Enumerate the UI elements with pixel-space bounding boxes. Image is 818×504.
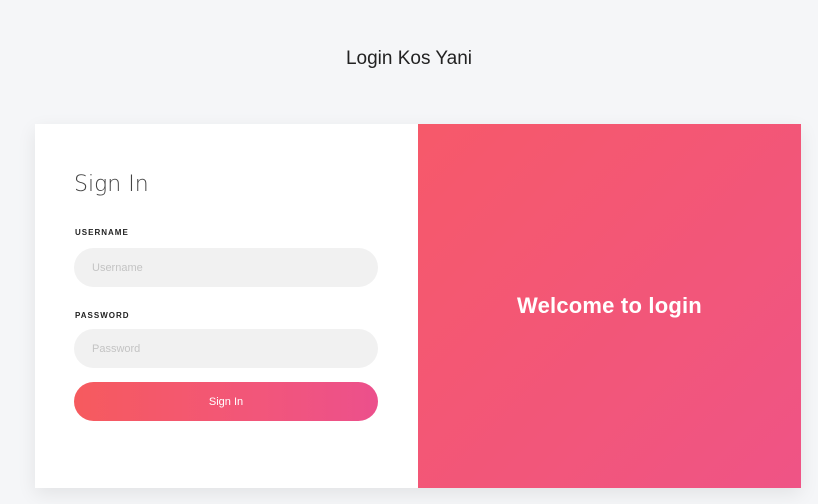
sign-in-button[interactable]: Sign In bbox=[74, 382, 378, 421]
password-label: PASSWORD bbox=[75, 311, 130, 320]
login-card: Sign In USERNAME PASSWORD Sign In Welcom… bbox=[35, 124, 801, 488]
username-label: USERNAME bbox=[75, 228, 129, 237]
sign-in-panel: Sign In USERNAME PASSWORD Sign In bbox=[35, 124, 418, 488]
page-title: Login Kos Yani bbox=[345, 48, 473, 69]
welcome-panel: Welcome to login bbox=[418, 124, 801, 488]
password-input[interactable] bbox=[74, 329, 378, 368]
username-input[interactable] bbox=[74, 248, 378, 287]
welcome-text: Welcome to login bbox=[517, 293, 702, 318]
sign-in-heading: Sign In bbox=[74, 172, 149, 197]
